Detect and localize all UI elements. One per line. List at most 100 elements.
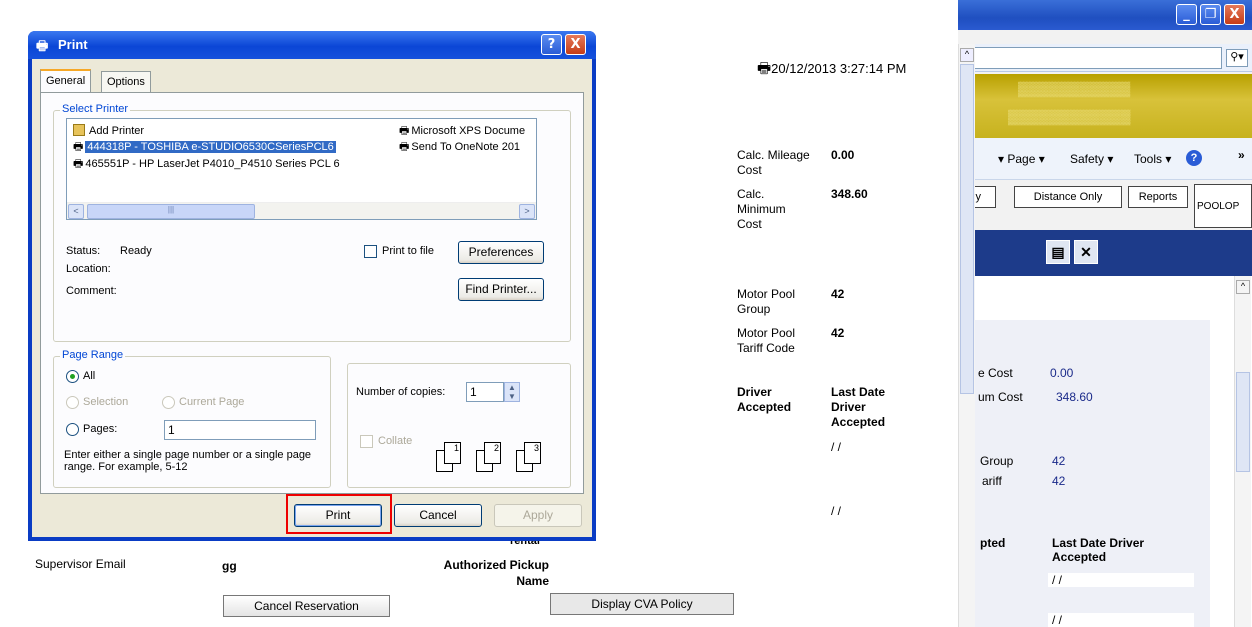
dialog-close-button[interactable]: X bbox=[565, 34, 586, 55]
row-value: 42 bbox=[1052, 454, 1066, 468]
scroll-up-icon[interactable]: ^ bbox=[1236, 280, 1250, 294]
inner-frame: ^ e Cost 0.00 um Cost 348.60 Group 42 ar… bbox=[958, 276, 1252, 627]
tab-poolop[interactable]: POOLOP bbox=[1194, 184, 1252, 228]
status-label: Status: bbox=[66, 245, 101, 257]
date-cell: / / bbox=[1048, 573, 1194, 587]
more-chevron-icon[interactable]: » bbox=[1238, 148, 1245, 162]
site-banner: ▓▓▓▓▓▓▓▓▓▓▓ ▓▓▓▓▓▓▓▓▓▓▓▓ bbox=[958, 74, 1252, 138]
tab-options[interactable]: Options bbox=[101, 71, 151, 93]
row-label: e Cost bbox=[978, 366, 1013, 380]
driver-accepted-header: Driver Accepted bbox=[737, 385, 792, 414]
document-icon[interactable]: ▤ bbox=[1046, 240, 1070, 264]
printer-list-scrollbar[interactable]: < ||| > bbox=[67, 202, 536, 219]
close-button[interactable]: X bbox=[1224, 4, 1245, 25]
add-printer-icon bbox=[73, 124, 85, 136]
printer-item[interactable]: 🖶 465551P - HP LaserJet P4010_P4510 Serie… bbox=[73, 156, 340, 172]
copies-input[interactable]: 1 bbox=[466, 382, 504, 402]
date-value: / / bbox=[831, 504, 842, 518]
pages-input[interactable]: 1 bbox=[164, 420, 316, 440]
row-value: 0.00 bbox=[1050, 366, 1074, 380]
date-cell: / / bbox=[1048, 613, 1194, 627]
tab-reports[interactable]: Reports bbox=[1128, 186, 1188, 208]
app-tab-row: ly Distance Only Reports POOLOP bbox=[958, 180, 1252, 230]
printer-icon: 🖶 bbox=[399, 141, 410, 153]
scroll-thumb[interactable]: ||| bbox=[87, 204, 255, 219]
scroll-right-icon[interactable]: > bbox=[519, 204, 535, 219]
display-cva-policy-button[interactable]: Display CVA Policy bbox=[550, 593, 734, 615]
safety-menu[interactable]: Safety ▾ bbox=[1070, 152, 1113, 166]
selection-radio[interactable] bbox=[66, 396, 79, 409]
supervisor-email-value: gg bbox=[222, 559, 237, 573]
all-label: All bbox=[83, 370, 96, 382]
general-panel: Select Printer Add Printer 🖶 444318P - TO… bbox=[40, 92, 584, 494]
cancel-button[interactable]: Cancel bbox=[394, 504, 482, 527]
row-label: um Cost bbox=[978, 390, 1023, 404]
tab-general[interactable]: General bbox=[40, 69, 92, 93]
authorized-pickup-label: Authorized Pickup Name bbox=[443, 558, 549, 588]
cancel-reservation-button[interactable]: Cancel Reservation bbox=[223, 595, 390, 617]
page-range-hint: Enter either a single page number or a s… bbox=[64, 449, 312, 473]
row-label: ariff bbox=[982, 474, 1002, 488]
address-bar: ⚲▾ bbox=[958, 44, 1252, 72]
selection-label: Selection bbox=[83, 396, 129, 408]
inner-scrollbar[interactable]: ^ bbox=[1234, 276, 1251, 627]
timestamp: 🖶20/12/2013 3:27:14 PM bbox=[757, 60, 907, 77]
page-range-label: Page Range bbox=[60, 349, 126, 361]
tab-distance-only[interactable]: Distance Only bbox=[1014, 186, 1122, 208]
command-bar: ▾ Page ▾ Safety ▾ Tools ▾ ? » bbox=[958, 138, 1252, 180]
search-icon[interactable]: ⚲▾ bbox=[1226, 49, 1248, 67]
motor-pool-tariff-value: 42 bbox=[831, 326, 845, 340]
calc-mileage-cost-value: 0.00 bbox=[831, 148, 855, 162]
print-to-file-checkbox[interactable] bbox=[364, 245, 377, 258]
scroll-up-icon[interactable]: ^ bbox=[960, 48, 974, 62]
minimize-button[interactable]: _ bbox=[1176, 4, 1197, 25]
help-button[interactable]: ? bbox=[541, 34, 562, 55]
printer-item[interactable]: Add Printer bbox=[73, 123, 144, 139]
motor-pool-tariff-label: Motor Pool Tariff Code bbox=[737, 326, 796, 355]
restore-button[interactable]: ❐ bbox=[1200, 4, 1221, 25]
dialog-title: Print bbox=[58, 37, 88, 52]
date-value: / / bbox=[831, 440, 842, 454]
select-printer-group: Select Printer Add Printer 🖶 444318P - TO… bbox=[53, 103, 571, 342]
page-scrollbar[interactable]: ^ bbox=[958, 44, 975, 627]
comment-label: Comment: bbox=[66, 285, 117, 297]
printer-icon: 🖶 bbox=[36, 38, 49, 53]
pages-radio[interactable] bbox=[66, 423, 79, 436]
printer-item[interactable]: 🖶 Microsoft XPS Docume bbox=[399, 123, 525, 139]
row-value: 42 bbox=[1052, 474, 1066, 488]
help-icon[interactable]: ? bbox=[1186, 150, 1202, 166]
supervisor-email-label: Supervisor Email bbox=[35, 557, 126, 571]
all-radio[interactable] bbox=[66, 370, 79, 383]
calc-mileage-cost-label: Calc. Mileage Cost bbox=[737, 148, 810, 177]
collate-label: Collate bbox=[378, 435, 413, 447]
copies-label: Number of copies: bbox=[356, 386, 446, 398]
close-icon[interactable]: ✕ bbox=[1074, 240, 1098, 264]
current-page-radio[interactable] bbox=[162, 396, 175, 409]
scroll-thumb[interactable] bbox=[1236, 372, 1250, 472]
accepted-header: pted bbox=[980, 536, 1006, 550]
printer-item[interactable]: 🖶 Send To OneNote 201 bbox=[399, 139, 520, 155]
background-browser-window: _ ❐ X ⚲▾ ▓▓▓▓▓▓▓▓▓▓▓ ▓▓▓▓▓▓▓▓▓▓▓▓ ▾ Page… bbox=[958, 0, 1252, 627]
last-date-driver-accepted-header: Last Date Driver Accepted bbox=[831, 385, 886, 429]
collate-checkbox[interactable] bbox=[360, 435, 373, 448]
print-to-file-label: Print to file bbox=[382, 245, 434, 257]
find-printer-button[interactable]: Find Printer... bbox=[458, 278, 544, 301]
dialog-body: General Options Select Printer Add Print… bbox=[32, 59, 592, 537]
dialog-title-bar: 🖶 Print ? X bbox=[28, 31, 596, 59]
preferences-button[interactable]: Preferences bbox=[458, 241, 544, 264]
copies-group: Number of copies: 1 ▲▼ Collate 1 1 2 2 3… bbox=[347, 363, 571, 488]
copies-spinner-icon[interactable]: ▲ ▼ bbox=[504, 382, 520, 402]
printer-list[interactable]: Add Printer 🖶 444318P - TOSHIBA e-STUDIO6… bbox=[66, 118, 537, 220]
tools-menu[interactable]: Tools ▾ bbox=[1134, 152, 1171, 166]
background-title-bar: _ ❐ X bbox=[958, 0, 1252, 30]
scroll-thumb[interactable] bbox=[960, 64, 974, 394]
address-input[interactable] bbox=[958, 47, 1222, 69]
scroll-left-icon[interactable]: < bbox=[68, 204, 84, 219]
motor-pool-group-value: 42 bbox=[831, 287, 845, 301]
apply-button[interactable]: Apply bbox=[494, 504, 582, 527]
printer-item-selected[interactable]: 🖶 444318P - TOSHIBA e-STUDIO6530CSeriesPC… bbox=[73, 139, 336, 155]
last-date-header: Last Date Driver Accepted bbox=[1052, 536, 1145, 564]
motor-pool-group-label: Motor Pool Group bbox=[737, 287, 796, 316]
printer-icon: 🖶 bbox=[399, 125, 410, 137]
page-menu[interactable]: ▾ Page ▾ bbox=[998, 152, 1045, 166]
